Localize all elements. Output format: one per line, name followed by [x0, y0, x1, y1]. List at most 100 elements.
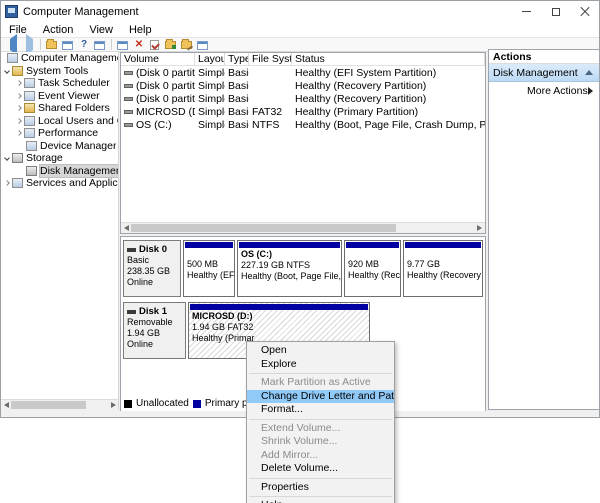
scroll-left-icon[interactable]	[124, 225, 129, 231]
column-type[interactable]: Type	[225, 53, 249, 65]
expander-open-icon[interactable]	[4, 155, 10, 161]
tree-horizontal-scrollbar[interactable]	[1, 399, 119, 410]
task-scheduler-icon	[24, 78, 35, 88]
expander-closed-icon[interactable]	[16, 93, 22, 99]
scrollbar-thumb[interactable]	[131, 224, 396, 232]
menu-item-format[interactable]: Format...	[247, 403, 394, 417]
minimize-button[interactable]	[512, 1, 541, 22]
tree-item-performance[interactable]: Performance	[1, 127, 118, 140]
menu-item-help[interactable]: Help	[247, 499, 394, 503]
disk-0-row: Disk 0 Basic 238.35 GB Online 500 MB Hea…	[123, 240, 483, 297]
check-document-icon[interactable]	[148, 39, 162, 51]
menu-item-extend-volume: Extend Volume...	[247, 422, 394, 436]
shared-folders-icon	[24, 103, 35, 113]
volume-row[interactable]: MICROSD (D:) Simple Basic FAT32 Healthy …	[121, 105, 485, 118]
menu-action[interactable]: Action	[35, 24, 82, 36]
disk-management-icon	[26, 166, 37, 176]
partition-recovery-2[interactable]: 9.77 GB Healthy (Recovery Par	[403, 240, 483, 297]
actions-header: Actions	[489, 50, 599, 64]
menu-item-explore[interactable]: Explore	[247, 358, 394, 372]
tree-item-shared-folders[interactable]: Shared Folders	[1, 102, 118, 115]
volume-icon	[124, 110, 133, 114]
expander-closed-icon[interactable]	[16, 130, 22, 136]
maximize-button[interactable]	[541, 1, 570, 22]
close-button[interactable]	[570, 1, 599, 22]
scrollbar-thumb[interactable]	[11, 401, 86, 409]
services-icon	[12, 178, 23, 188]
tree-item-storage[interactable]: Storage	[1, 152, 118, 165]
partition-recovery-1[interactable]: 920 MB Healthy (Recov	[344, 240, 401, 297]
scroll-left-icon[interactable]	[4, 402, 9, 408]
partition-efi[interactable]: 500 MB Healthy (EFI S	[183, 240, 235, 297]
tree-item-local-users-and-groups[interactable]: Local Users and Groups	[1, 115, 118, 128]
menu-item-add-mirror: Add Mirror...	[247, 449, 394, 463]
tree-item-services-and-applications[interactable]: Services and Applications	[1, 177, 118, 190]
disk-1-label[interactable]: Disk 1 Removable 1.94 GB Online	[123, 302, 186, 359]
submenu-arrow-icon	[588, 87, 593, 95]
menu-item-change-drive-letter[interactable]: Change Drive Letter and Paths...	[247, 390, 394, 404]
tree-item-disk-management[interactable]: Disk Management	[1, 165, 118, 178]
event-viewer-icon	[24, 91, 35, 101]
menu-view[interactable]: View	[81, 24, 121, 36]
disk-0-label[interactable]: Disk 0 Basic 238.35 GB Online	[123, 240, 181, 297]
partition-context-menu: Open Explore Mark Partition as Active Ch…	[246, 341, 395, 503]
collapse-caret-icon[interactable]	[585, 70, 593, 75]
menu-item-open[interactable]: Open	[247, 344, 394, 358]
column-volume[interactable]: Volume	[121, 53, 195, 65]
users-icon	[24, 116, 35, 126]
unallocated-swatch	[124, 400, 132, 408]
expander-closed-icon[interactable]	[16, 118, 22, 124]
column-file-system[interactable]: File System	[249, 53, 292, 65]
expander-closed-icon[interactable]	[16, 105, 22, 111]
column-layout[interactable]: Layout	[195, 53, 225, 65]
volume-row[interactable]: (Disk 0 partition 1) Simple Basic Health…	[121, 66, 485, 79]
tree-item-event-viewer[interactable]: Event Viewer	[1, 90, 118, 103]
panel-view-icon[interactable]	[196, 39, 210, 51]
menu-help[interactable]: Help	[121, 24, 160, 36]
export-list-icon[interactable]	[45, 39, 59, 51]
performance-icon	[24, 128, 35, 138]
tree-item-device-manager[interactable]: Device Manager	[1, 140, 118, 153]
volume-row[interactable]: (Disk 0 partition 5) Simple Basic Health…	[121, 92, 485, 105]
volume-list-header: Volume Layout Type File System Status	[121, 53, 485, 66]
volume-row[interactable]: (Disk 0 partition 4) Simple Basic Health…	[121, 79, 485, 92]
partition-os-c[interactable]: OS (C:) 227.19 GB NTFS Healthy (Boot, Pa…	[237, 240, 342, 297]
back-icon[interactable]	[6, 39, 20, 51]
help-icon[interactable]: ?	[77, 39, 91, 51]
menu-separator	[249, 478, 392, 479]
menu-item-properties[interactable]: Properties	[247, 481, 394, 495]
console-tree-icon[interactable]	[61, 39, 75, 51]
expander-closed-icon[interactable]	[4, 180, 10, 186]
scroll-right-icon[interactable]	[477, 225, 482, 231]
tree-item-computer-management[interactable]: Computer Management (Local	[1, 52, 118, 65]
volume-row[interactable]: OS (C:) Simple Basic NTFS Healthy (Boot,…	[121, 118, 485, 131]
volume-icon	[124, 123, 133, 127]
scroll-right-icon[interactable]	[111, 402, 116, 408]
expander-closed-icon[interactable]	[16, 80, 22, 86]
title-bar[interactable]: Computer Management	[1, 1, 599, 22]
folder-edit-icon[interactable]	[180, 39, 194, 51]
folder-up-icon[interactable]	[164, 39, 178, 51]
properties-window-icon[interactable]	[93, 39, 107, 51]
minimize-icon	[522, 11, 531, 12]
menu-item-delete-volume[interactable]: Delete Volume...	[247, 462, 394, 476]
primary-partition-swatch	[193, 400, 201, 408]
actions-group-disk-management[interactable]: Disk Management	[489, 64, 599, 82]
column-status[interactable]: Status	[292, 53, 485, 65]
actions-panel: Actions Disk Management More Actions	[488, 49, 600, 410]
more-actions-item[interactable]: More Actions	[489, 82, 599, 100]
device-manager-icon	[26, 141, 37, 151]
delete-icon[interactable]: ✕	[132, 39, 146, 51]
maximize-icon	[552, 8, 560, 16]
volume-icon	[124, 97, 133, 101]
storage-icon	[12, 153, 23, 163]
popup-window-icon[interactable]	[116, 39, 130, 51]
volume-list-pane: Volume Layout Type File System Status (D…	[120, 52, 486, 234]
tree-item-task-scheduler[interactable]: Task Scheduler	[1, 77, 118, 90]
tree-item-system-tools[interactable]: System Tools	[1, 65, 118, 78]
expander-open-icon[interactable]	[4, 68, 10, 74]
primary-partition-bar	[190, 304, 368, 310]
forward-icon[interactable]	[22, 39, 36, 51]
volume-list-horizontal-scrollbar[interactable]	[121, 222, 485, 233]
toolbar-separator	[111, 39, 112, 50]
